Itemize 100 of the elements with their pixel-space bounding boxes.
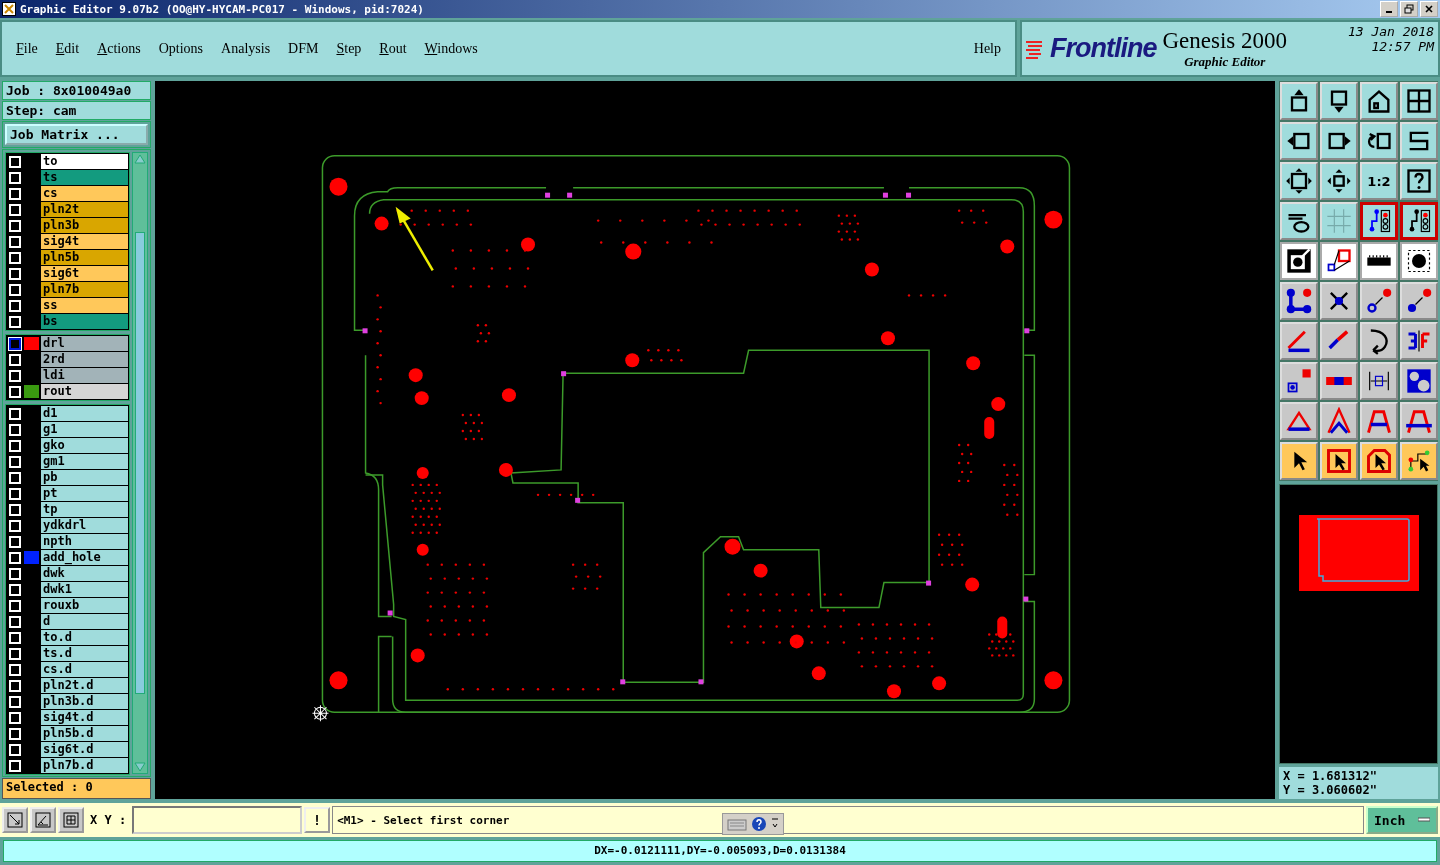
square-link-button[interactable]: [1280, 362, 1318, 400]
ruler-button[interactable]: [1360, 242, 1398, 280]
download-box-button[interactable]: [1320, 82, 1358, 120]
menu-item[interactable]: Rout: [379, 40, 407, 57]
layer-name[interactable]: cs.d: [41, 662, 128, 677]
pointer-box-button[interactable]: [1320, 442, 1358, 480]
scale-button[interactable]: 1:2: [1360, 162, 1398, 200]
menu-item[interactable]: DFM: [288, 40, 319, 57]
dot-link-button[interactable]: [1400, 282, 1438, 320]
layer-name[interactable]: pln7b.d: [41, 758, 128, 773]
scrollbar[interactable]: [132, 152, 148, 774]
layer-name[interactable]: pt: [41, 486, 128, 501]
s-curve-button[interactable]: [1400, 122, 1438, 160]
help-icon[interactable]: [751, 816, 767, 832]
layer-name[interactable]: pln5b: [41, 250, 128, 265]
layer-name[interactable]: ldi: [41, 368, 128, 383]
layer-name[interactable]: to: [41, 154, 128, 169]
layer-name[interactable]: ts: [41, 170, 128, 185]
layer-name[interactable]: pln2t.d: [41, 678, 128, 693]
layer-name[interactable]: rout: [41, 384, 128, 399]
layer-name[interactable]: d: [41, 614, 128, 629]
triangle-button[interactable]: [1280, 402, 1318, 440]
layer-name[interactable]: bs: [41, 314, 128, 329]
upload-box-button[interactable]: [1280, 82, 1318, 120]
pointer-octagon-icon: [1365, 447, 1393, 475]
xy-input-field[interactable]: [132, 806, 303, 834]
close-button[interactable]: [1420, 1, 1438, 17]
layer-name[interactable]: rouxb: [41, 598, 128, 613]
layer-name[interactable]: sig6t.d: [41, 742, 128, 757]
layer-name[interactable]: pln5b.d: [41, 726, 128, 741]
help-menu[interactable]: Help: [973, 40, 1001, 57]
layer-name[interactable]: pln2t: [41, 202, 128, 217]
layer-name[interactable]: sig4t: [41, 234, 128, 249]
job-matrix-button[interactable]: Job Matrix ...: [5, 124, 148, 145]
circuit-lights-button[interactable]: [1360, 202, 1398, 240]
layer-name[interactable]: pln3b.d: [41, 694, 128, 709]
layer-name[interactable]: gm1: [41, 454, 128, 469]
layer-name[interactable]: ss: [41, 298, 128, 313]
zoom-center-button[interactable]: [1320, 162, 1358, 200]
layer-name[interactable]: pln3b: [41, 218, 128, 233]
arrow-left-box-button[interactable]: [1280, 122, 1318, 160]
undo-box-button[interactable]: [1360, 122, 1398, 160]
measure-button[interactable]: [1360, 362, 1398, 400]
help-button[interactable]: [1400, 162, 1438, 200]
layer-name[interactable]: drl: [41, 336, 128, 351]
layer-name[interactable]: g1: [41, 422, 128, 437]
zoom-fit-button[interactable]: [1280, 162, 1318, 200]
layer-name[interactable]: gko: [41, 438, 128, 453]
house-button[interactable]: [1360, 82, 1398, 120]
menu-item[interactable]: Step: [336, 40, 362, 57]
arrow-right-box-button[interactable]: [1320, 122, 1358, 160]
layer-name[interactable]: to.d: [41, 630, 128, 645]
line-button[interactable]: [1320, 362, 1358, 400]
nodes-button[interactable]: [1280, 282, 1318, 320]
arch-button[interactable]: [1360, 402, 1398, 440]
menu-item[interactable]: Options: [158, 40, 204, 57]
scroll-thumb[interactable]: [135, 232, 145, 694]
tools-palette-button[interactable]: [1280, 202, 1318, 240]
menu-item[interactable]: Analysis: [221, 40, 271, 57]
layer-name[interactable]: npth: [41, 534, 128, 549]
layer-name[interactable]: pb: [41, 470, 128, 485]
layer-name[interactable]: tp: [41, 502, 128, 517]
layer-name[interactable]: d1: [41, 406, 128, 421]
snapshot-button[interactable]: [1280, 242, 1318, 280]
layer-checkbox[interactable]: [9, 337, 21, 350]
layer-name[interactable]: 2rd: [41, 352, 128, 367]
double-triangle-button[interactable]: [1320, 402, 1358, 440]
layer-name[interactable]: sig6t: [41, 266, 128, 281]
transform-button[interactable]: [1320, 242, 1358, 280]
pointer-button[interactable]: [1280, 442, 1318, 480]
diagonal-line-button[interactable]: [1320, 322, 1358, 360]
layer-name[interactable]: cs: [41, 186, 128, 201]
layer-name[interactable]: dwk1: [41, 582, 128, 597]
menu-item[interactable]: Actions: [97, 40, 141, 57]
arch-cross-button[interactable]: [1400, 402, 1438, 440]
minimize-button[interactable]: [1380, 1, 1398, 17]
layer-name[interactable]: ydkdrl: [41, 518, 128, 533]
circles-button[interactable]: [1400, 362, 1438, 400]
cross-button[interactable]: [1320, 282, 1358, 320]
circuit-lights-button[interactable]: [1400, 202, 1438, 240]
layer-name[interactable]: dwk: [41, 566, 128, 581]
units-dropdown[interactable]: Inch: [1366, 806, 1438, 834]
route-pointer-button[interactable]: [1400, 442, 1438, 480]
layer-name[interactable]: pln7b: [41, 282, 128, 297]
mirror-button[interactable]: [1400, 322, 1438, 360]
window-grid-button[interactable]: [1400, 82, 1438, 120]
layer-name[interactable]: sig4t.d: [41, 710, 128, 725]
warning-button[interactable]: !: [304, 807, 331, 833]
rotate-button[interactable]: [1360, 322, 1398, 360]
menu-item[interactable]: Edit: [55, 40, 80, 57]
circle-link-button[interactable]: [1360, 282, 1398, 320]
restore-button[interactable]: [1400, 1, 1418, 17]
angle-line-button[interactable]: [1280, 322, 1318, 360]
layer-name[interactable]: add_hole: [41, 550, 128, 565]
layer-name[interactable]: ts.d: [41, 646, 128, 661]
pointer-octagon-button[interactable]: [1360, 442, 1398, 480]
menu-item[interactable]: Windows: [424, 40, 478, 57]
menu-item[interactable]: File: [16, 40, 38, 57]
dot-frame-button[interactable]: [1400, 242, 1438, 280]
grid-button[interactable]: [58, 807, 84, 833]
